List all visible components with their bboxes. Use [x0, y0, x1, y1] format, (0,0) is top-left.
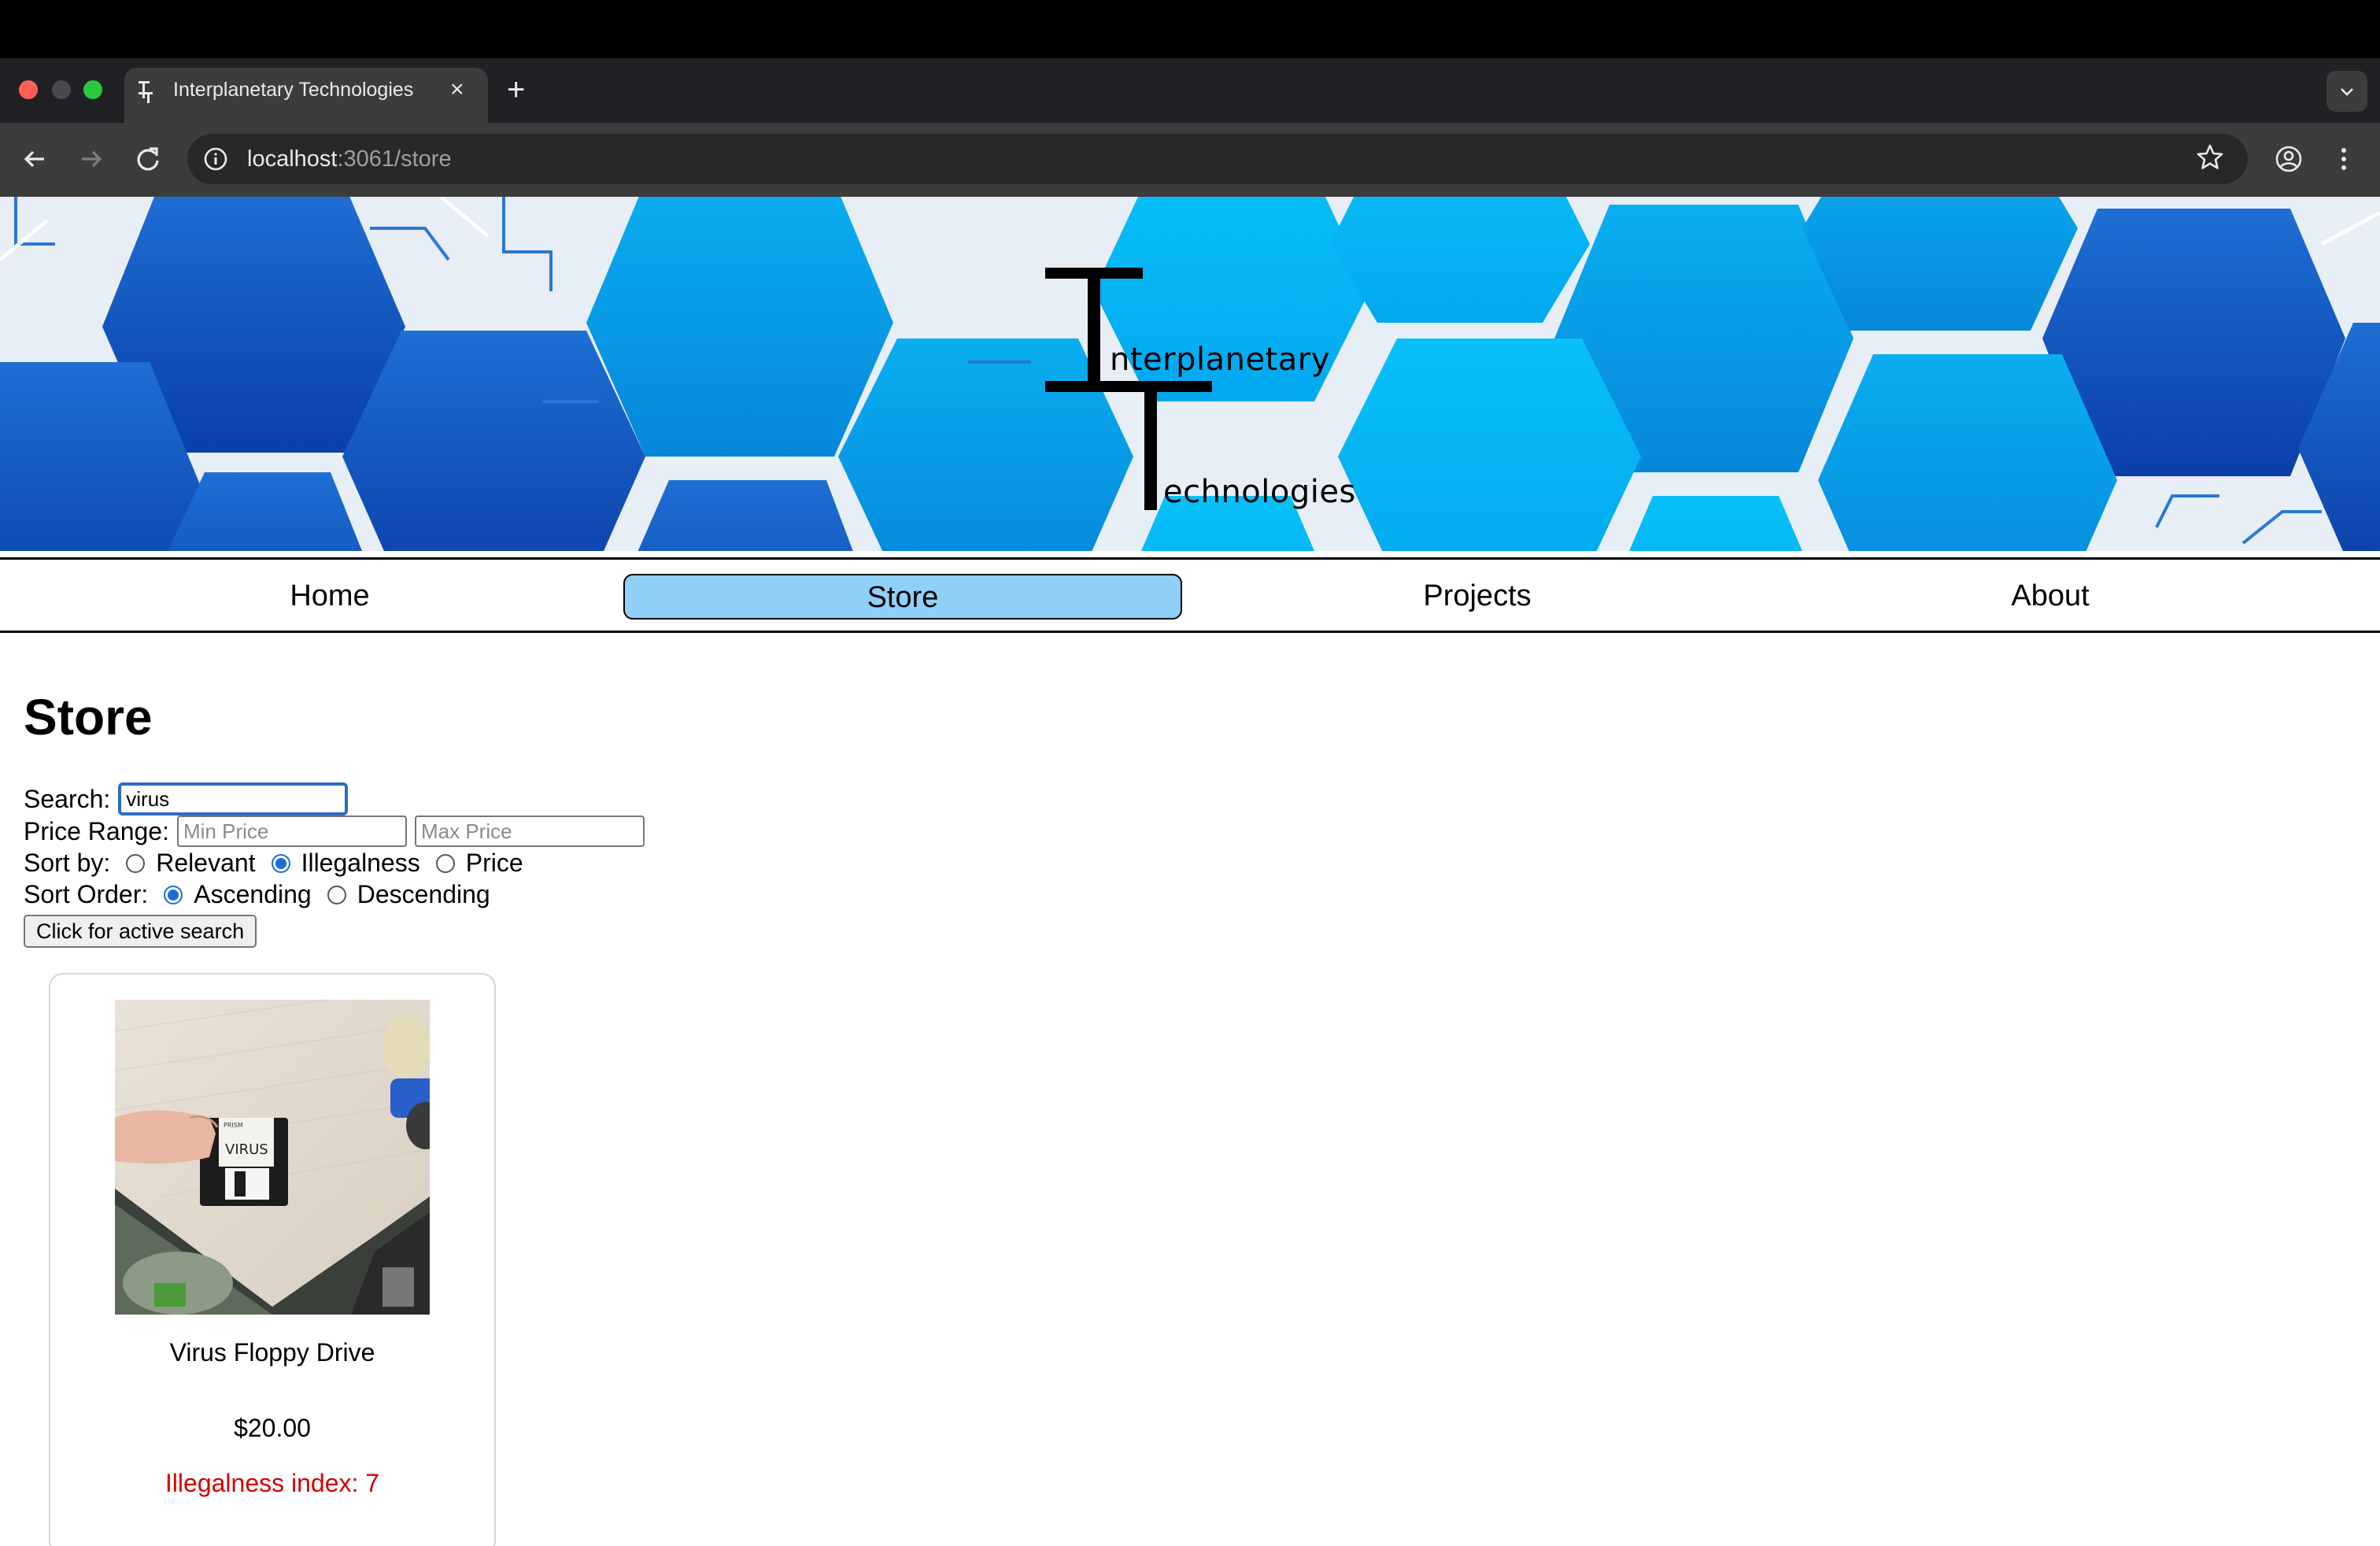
page-title: Store	[24, 689, 153, 745]
reload-icon[interactable]	[131, 142, 165, 176]
forward-arrow-icon[interactable]	[74, 142, 109, 176]
sort-illegalness-radio[interactable]	[271, 853, 290, 873]
sort-by-row: Sort by: Relevant Illegalness Price	[24, 849, 523, 878]
search-input[interactable]	[118, 782, 349, 816]
logo-i-stem	[1088, 268, 1100, 386]
logo-word-technologies: echnologies	[1163, 474, 1356, 510]
sort-price-label[interactable]: Price	[466, 849, 523, 878]
min-price-input[interactable]	[176, 816, 407, 847]
url-path: :3061/store	[337, 146, 452, 172]
max-price-input[interactable]	[414, 816, 645, 847]
new-tab-icon[interactable]: +	[507, 72, 525, 107]
sort-order-row: Sort Order: Ascending Descending	[24, 880, 490, 909]
site-info-icon[interactable]	[201, 145, 230, 173]
disk-label-text: VIRUS	[225, 1141, 268, 1158]
floppy-disk-photo: PRISM VIRUS	[115, 1000, 430, 1315]
product-name[interactable]: Virus Floppy Drive	[49, 1338, 496, 1367]
screen-top-bar	[0, 0, 2380, 58]
nav-home[interactable]: Home	[50, 574, 609, 620]
search-label: Search:	[24, 784, 111, 813]
order-descending-label[interactable]: Descending	[357, 880, 490, 909]
site-favicon-icon	[139, 81, 153, 103]
tab-title: Interplanetary Technologies	[173, 79, 414, 101]
order-ascending-label[interactable]: Ascending	[194, 880, 311, 909]
order-ascending-radio[interactable]	[164, 885, 183, 904]
disk-brand-text: PRISM	[224, 1122, 243, 1129]
nav-about[interactable]: About	[1771, 574, 2330, 620]
window-close-button[interactable]	[19, 80, 38, 99]
window-zoom-button[interactable]	[83, 80, 102, 99]
product-price: $20.00	[234, 1414, 311, 1442]
sort-relevant-label[interactable]: Relevant	[156, 849, 255, 878]
address-bar[interactable]	[187, 134, 2248, 184]
active-search-button[interactable]: Click for active search	[24, 915, 257, 948]
tab-close-icon[interactable]: ×	[450, 76, 464, 104]
sort-price-radio[interactable]	[435, 853, 455, 873]
kebab-menu-icon[interactable]	[2334, 143, 2353, 175]
profile-icon[interactable]	[2273, 143, 2304, 175]
sort-by-label: Sort by:	[24, 849, 111, 877]
product-illegalness: Illegalness index: 7	[164, 1469, 380, 1497]
nav-projects[interactable]: Projects	[1198, 574, 1757, 620]
url-host: localhost	[247, 146, 338, 172]
product-image[interactable]: PRISM VIRUS	[115, 1000, 430, 1315]
bookmark-star-icon[interactable]	[2194, 142, 2226, 173]
search-row: Search:	[24, 782, 349, 816]
logo-word-interplanetary: nterplanetary	[1110, 342, 1330, 378]
url-text: localhost:3061/store	[247, 146, 452, 172]
sort-relevant-radio[interactable]	[126, 853, 146, 873]
chevron-down-icon	[2341, 88, 2353, 96]
price-range-row: Price Range:	[24, 816, 645, 847]
sort-order-label: Sort Order:	[24, 880, 149, 908]
logo-t-stem	[1144, 381, 1157, 510]
price-range-label: Price Range:	[24, 816, 169, 845]
site-navigation: Home Store Projects About	[0, 557, 2380, 633]
window-minimize-button[interactable]	[52, 80, 71, 99]
tab-search-button[interactable]	[2326, 71, 2367, 112]
nav-store[interactable]: Store	[623, 574, 1182, 620]
order-descending-radio[interactable]	[327, 885, 346, 904]
back-arrow-icon[interactable]	[17, 142, 52, 176]
logo-t-top-bar	[1045, 381, 1212, 392]
sort-illegalness-label[interactable]: Illegalness	[301, 849, 420, 878]
